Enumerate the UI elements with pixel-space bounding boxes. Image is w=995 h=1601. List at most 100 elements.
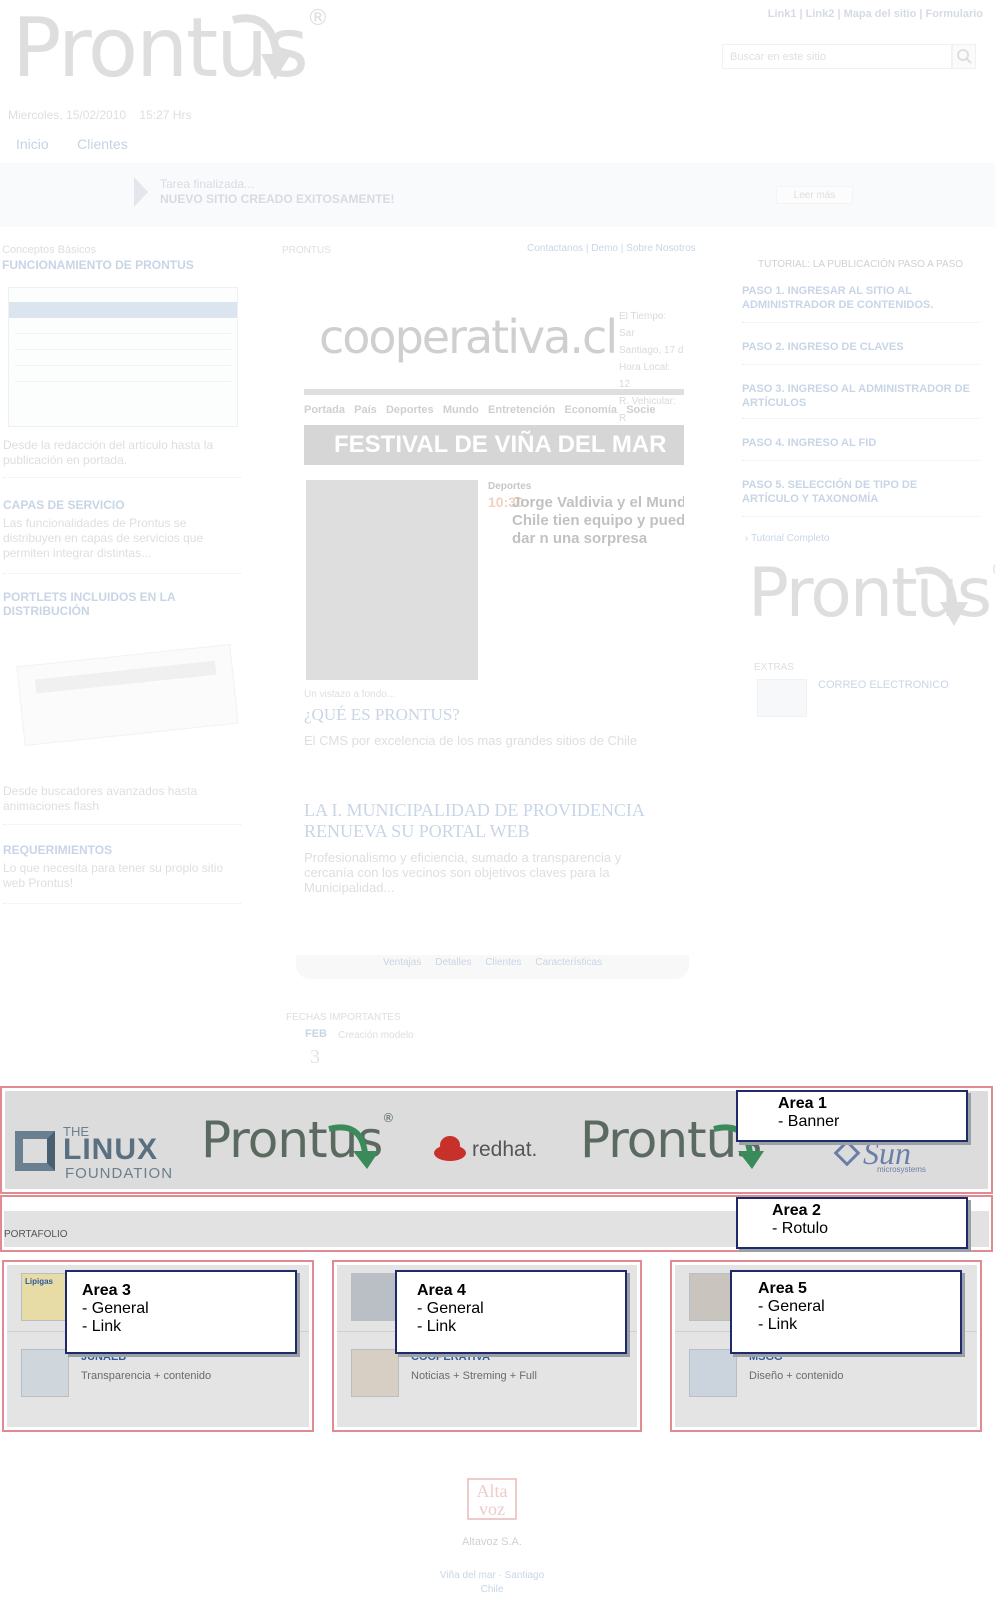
tutorial-step-3[interactable]: PASO 3. INGRESO AL ADMINISTRADOR DE ARTÍ…	[742, 382, 982, 410]
linux-foundation-icon	[15, 1131, 55, 1171]
extras-label: EXTRAS	[754, 662, 795, 673]
footer-country: Chile	[480, 1584, 504, 1595]
extras-item[interactable]: CORREO ELECTRONICO	[818, 679, 949, 691]
tab-clientes[interactable]: Clientes	[485, 957, 521, 968]
logo-arrow-icon	[232, 14, 291, 80]
left-title-4[interactable]: REQUERIMIENTOS	[3, 843, 112, 857]
link-demo[interactable]: Demo	[591, 243, 618, 254]
left-title-2[interactable]: CAPAS DE SERVICIO	[3, 498, 125, 512]
area4-callout: Area 4 - General - Link	[395, 1270, 627, 1354]
what-is-prontus-text: El CMS por excelencia de los mas grandes…	[304, 733, 638, 748]
area2-callout-item: - Rotulo	[772, 1220, 829, 1237]
link-sobre-nosotros[interactable]: Sobre Nosotros	[626, 243, 695, 254]
area4-callout-item-2: - Link	[417, 1318, 457, 1335]
redhat-icon	[434, 1136, 466, 1161]
area1-callout-item: - Banner	[778, 1113, 840, 1130]
left-sep-3	[3, 824, 241, 825]
tab-caracteristicas[interactable]: Características	[535, 957, 602, 968]
area3-thumb-1[interactable]: Lipigas	[21, 1273, 69, 1321]
area3-thumb-2[interactable]	[21, 1349, 69, 1397]
notice-line2: NUEVO SITIO CREADO EXITOSAMENTE!	[160, 192, 395, 206]
altavoz-logo[interactable]: Alta voz	[467, 1478, 517, 1520]
area3-card-sub: Transparencia + contenido	[81, 1370, 212, 1382]
footer-company: Altavoz S.A.	[462, 1536, 522, 1548]
area4-callout-title: Area 4	[417, 1282, 466, 1299]
cooperativa-screenshot: cooperativa.cl El Tiempo: Sar Santiago, …	[304, 300, 684, 680]
cms-form-thumbnail	[8, 287, 238, 427]
area2-callout: Area 2 - Rotulo	[736, 1197, 968, 1249]
tutorial-full-link[interactable]: › Tutorial Completo	[745, 533, 830, 544]
area4-thumb-1[interactable]	[351, 1273, 399, 1321]
notice-line1: Tarea finalizada...	[160, 177, 255, 191]
logo-reg-right: ®	[990, 558, 995, 583]
left-sep-2	[3, 573, 241, 574]
redhat-text: redhat.	[472, 1138, 538, 1161]
search-input[interactable]: Buscar en este sitio	[722, 44, 952, 69]
tutorial-step-5[interactable]: PASO 5. SELECCIÓN DE TIPO DE ARTÍCULO Y …	[742, 478, 942, 506]
left-eyebrow: Conceptos Básicos	[2, 244, 97, 256]
notice-arrow-icon	[134, 177, 148, 207]
step-sep-5	[742, 516, 980, 517]
area5-thumb-2[interactable]	[689, 1349, 737, 1397]
tutorial-step-2[interactable]: PASO 2. INGRESO DE CLAVES	[742, 341, 982, 353]
linux-main: LINUX	[63, 1133, 158, 1166]
search-icon	[957, 49, 972, 64]
center-links: Contactanos | Demo | Sobre Nosotros	[527, 243, 696, 254]
tutorial-step-4[interactable]: PASO 4. INGRESO AL FID	[742, 437, 982, 449]
news-title[interactable]: LA I. MUNICIPALIDAD DE PROVIDENCIA RENUE…	[304, 800, 664, 842]
date-month: FEB	[305, 1028, 327, 1040]
date-day: 3	[310, 1046, 320, 1068]
step-sep-1	[742, 322, 980, 323]
left-title-1[interactable]: FUNCIONAMIENTO DE PRONTUS	[2, 258, 194, 272]
step-sep-4	[742, 460, 980, 461]
link-contactanos[interactable]: Contactanos	[527, 243, 583, 254]
logo-reg: ®	[306, 6, 329, 31]
left-text-2: Las funcionalidades de Prontus se distri…	[3, 516, 204, 560]
date-line: Miercoles, 15/02/2010 15:27 Hrs	[8, 108, 191, 123]
area5-callout: Area 5 - General - Link	[730, 1270, 962, 1354]
date-event[interactable]: Creación modelo	[338, 1028, 414, 1043]
area2-callout-title: Area 2	[772, 1202, 821, 1219]
news-text: Profesionalismo y eficiencia, sumado a t…	[304, 850, 622, 895]
altavoz-logo-top: Alta	[476, 1481, 508, 1501]
left-text-4: Lo que necesita para tener su propio sit…	[3, 861, 224, 890]
coop-nav: Portada País Deportes Mundo Entretención…	[304, 404, 656, 416]
left-text-1: Desde la redacción del artículo hasta la…	[3, 438, 214, 467]
nav-inicio[interactable]: Inicio	[16, 136, 49, 152]
nav-clientes[interactable]: Clientes	[77, 136, 128, 152]
top-link-sitemap[interactable]: Mapa del sitio	[844, 8, 917, 20]
center-caption: Un vistazo a fondo...	[304, 689, 396, 700]
linux-foundation-text: FOUNDATION	[65, 1165, 174, 1182]
sun-icon	[833, 1143, 861, 1167]
tutorial-step-1[interactable]: PASO 1. INGRESAR AL SITIO AL ADMINISTRAD…	[742, 284, 982, 312]
left-title-3[interactable]: PORTLETS INCLUIDOS EN LA DISTRIBUCIÓN	[3, 590, 203, 618]
area1-callout-title: Area 1	[778, 1095, 827, 1112]
tutorial-full-label: Tutorial Completo	[750, 533, 830, 544]
what-is-prontus-title[interactable]: ¿QUÉ ES PRONTUS?	[304, 705, 460, 725]
top-links: Link1 | Link2 | Mapa del sitio | Formula…	[767, 8, 983, 20]
left-sep-4	[3, 903, 241, 904]
step-sep-3	[742, 418, 980, 419]
top-link-1[interactable]: Link1	[768, 8, 797, 20]
area3-callout-item-1: - General	[82, 1300, 149, 1317]
area5-card-sub: Diseño + contenido	[749, 1370, 844, 1382]
email-thumbnail	[757, 679, 807, 717]
search-button[interactable]	[952, 44, 976, 69]
altavoz-logo-bottom: voz	[479, 1499, 505, 1519]
area5-callout-item-2: - Link	[758, 1316, 798, 1333]
tab-ventajas[interactable]: Ventajas	[383, 957, 421, 968]
coop-festival-banner: FESTIVAL DE VIÑA DEL MAR	[304, 425, 684, 465]
coop-photo	[306, 480, 478, 680]
area4-thumb-2[interactable]	[351, 1349, 399, 1397]
left-text-3: Desde buscadores avanzados hasta animaci…	[3, 784, 198, 813]
date-text: Miercoles, 15/02/2010	[8, 108, 127, 122]
read-more-button[interactable]: Leer más	[776, 186, 853, 204]
area4-card-sub: Noticias + Streming + Full	[411, 1370, 537, 1382]
top-link-2[interactable]: Link2	[806, 8, 835, 20]
tab-detalles[interactable]: Detalles	[435, 957, 471, 968]
portafolio-label: PORTAFOLIO	[4, 1229, 68, 1240]
center-tabs: Ventajas Detalles Clientes Característic…	[296, 955, 689, 979]
portlet-thumbnail	[16, 643, 239, 747]
top-link-form[interactable]: Formulario	[926, 8, 983, 20]
area1-callout: Area 1 - Banner	[736, 1090, 968, 1142]
